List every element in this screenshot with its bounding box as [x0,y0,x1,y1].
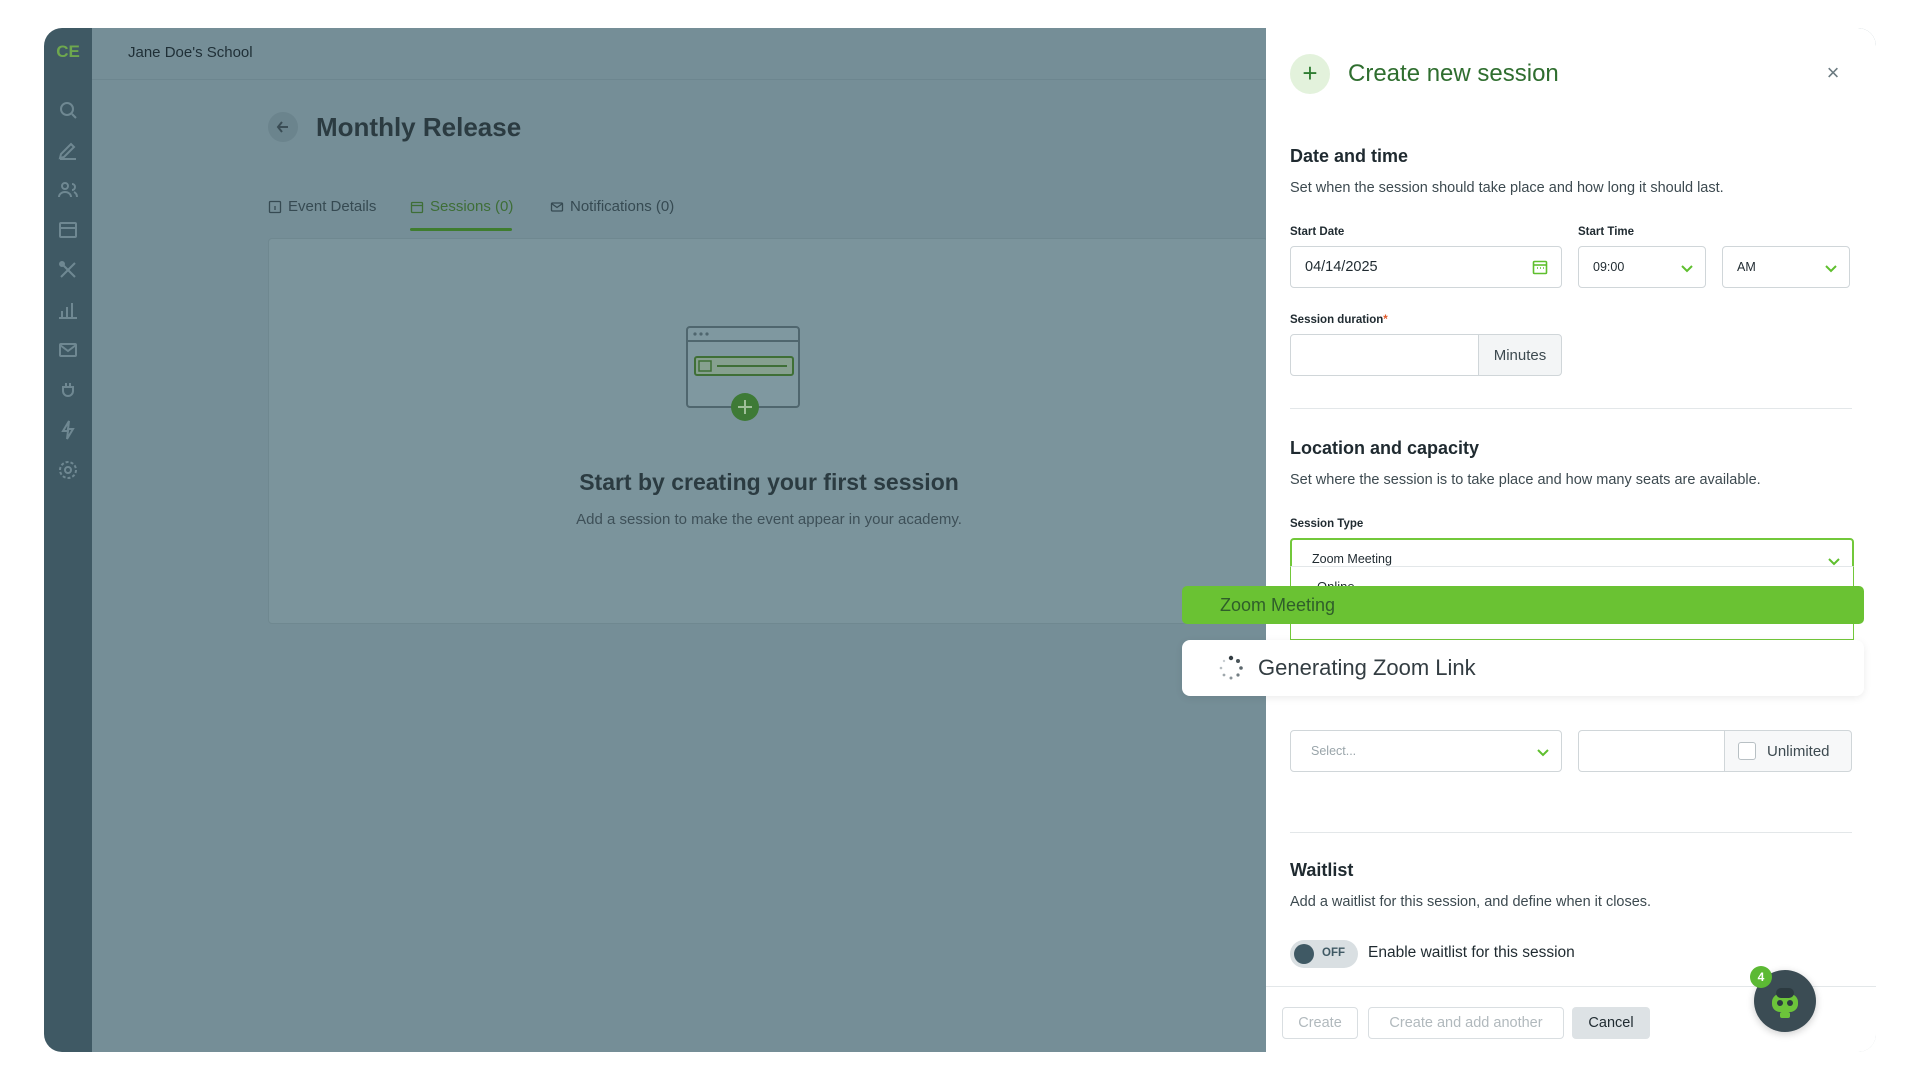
chart-icon[interactable] [56,298,80,322]
pencil-icon[interactable] [56,138,80,162]
tools-icon[interactable] [56,258,80,282]
section-title-location: Location and capacity [1290,438,1480,458]
waitlist-toggle-label: Enable waitlist for this session [1368,944,1575,961]
chevron-down-icon [1681,265,1693,273]
section-desc-waitlist: Add a waitlist for this session, and def… [1290,894,1652,910]
location-select-placeholder: Select... [1311,744,1357,758]
tab-event-details[interactable]: Event Details [268,198,376,215]
search-icon[interactable] [56,98,80,122]
tab-label: Notifications (0) [570,198,675,215]
unlimited-checkbox[interactable] [1738,742,1756,760]
store-icon[interactable] [56,218,80,242]
tab-notifications[interactable]: Notifications (0) [550,198,674,215]
back-button[interactable] [268,112,298,142]
calendar-icon [410,201,424,213]
info-icon [268,200,282,213]
ampm-select[interactable]: AM [1722,246,1850,288]
duration-unit-addon: Minutes [1478,334,1562,376]
start-time-select[interactable]: 09:00 [1578,246,1706,288]
session-illustration [686,326,800,421]
section-divider [1290,832,1852,833]
calendar-icon[interactable] [1531,258,1549,276]
required-marker: * [1383,314,1388,326]
capacity-input[interactable] [1578,730,1726,772]
create-button[interactable]: Create [1282,1007,1358,1039]
gear-icon[interactable] [56,458,80,482]
cancel-button[interactable]: Cancel [1572,1007,1650,1039]
empty-state-title: Start by creating your first session [579,469,959,495]
active-tab-indicator [410,228,512,231]
start-date-value: 04/14/2025 [1305,259,1378,275]
session-duration-label: Session duration* [1290,314,1388,326]
mail-icon [550,201,564,212]
create-session-panel: + Create new session × Date and time Set… [1266,28,1876,1052]
section-desc-location: Set where the session is to take place a… [1290,472,1761,488]
app-logo[interactable]: CE [44,42,92,62]
start-date-input[interactable]: 04/14/2025 [1290,246,1562,288]
plug-icon[interactable] [56,378,80,402]
section-title-date-time: Date and time [1290,146,1409,166]
sidebar: CE [44,28,92,1052]
tab-label: Event Details [288,198,377,215]
chevron-down-icon [1537,749,1549,757]
session-type-value: Zoom Meeting [1312,552,1392,566]
school-name[interactable]: Jane Doe's School [128,44,253,61]
close-icon[interactable]: × [1822,62,1844,84]
highlight-option-label: Zoom Meeting [1220,594,1336,615]
start-time-value: 09:00 [1593,260,1625,274]
toggle-knob [1294,944,1314,964]
toggle-state: OFF [1322,947,1345,959]
helper-notification-badge: 4 [1750,966,1772,988]
zoom-meeting-highlight[interactable]: Zoom Meeting [1182,586,1864,624]
app-window: CE Jane Doe's School Monthly Release Eve… [44,28,1876,1052]
create-and-add-another-button[interactable]: Create and add another [1368,1007,1564,1039]
empty-state-subtitle: Add a session to make the event appear i… [576,511,962,528]
tab-sessions[interactable]: Sessions (0) [410,198,513,215]
tab-label: Sessions (0) [430,198,514,215]
waitlist-toggle[interactable]: OFF [1290,940,1358,968]
start-time-label: Start Time [1578,226,1635,238]
plus-icon: + [1290,54,1330,94]
ampm-value: AM [1737,260,1756,274]
chevron-down-icon [1825,265,1837,273]
unlimited-label: Unlimited [1767,742,1830,760]
session-type-label: Session Type [1290,518,1364,530]
start-date-label: Start Date [1290,226,1345,238]
session-duration-label-text: Session duration [1290,314,1384,326]
page-title: Monthly Release [316,112,522,142]
lightning-icon[interactable] [56,418,80,442]
session-duration-input[interactable] [1290,334,1480,376]
section-title-waitlist: Waitlist [1290,860,1354,880]
generating-zoom-link-banner: Generating Zoom Link [1182,640,1864,696]
location-select[interactable]: Select... [1290,730,1562,772]
section-divider [1290,408,1852,409]
users-icon[interactable] [56,178,80,202]
panel-title: Create new session [1348,60,1559,87]
spinner-icon [1219,655,1243,680]
section-desc-date-time: Set when the session should take place a… [1290,180,1724,196]
mail-icon[interactable] [56,338,80,362]
generating-status-text: Generating Zoom Link [1258,655,1476,680]
empty-state-card: Start by creating your first session Add… [268,238,1268,624]
